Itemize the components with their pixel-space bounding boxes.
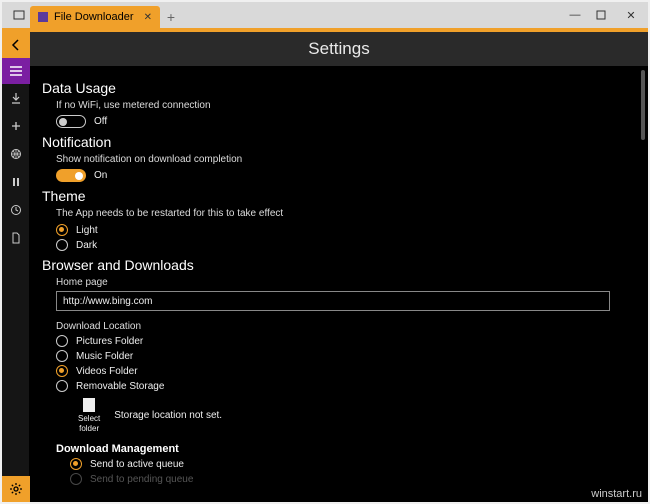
dm-option-pending[interactable]: Send to pending queue	[70, 473, 630, 485]
history-icon[interactable]	[2, 196, 30, 224]
radio-icon	[70, 458, 82, 470]
theme-desc: The App needs to be restarted for this t…	[56, 206, 630, 221]
section-data-usage: Data Usage	[42, 80, 630, 96]
notification-desc: Show notification on download completion	[56, 152, 630, 167]
dm-option-active[interactable]: Send to active queue	[70, 458, 630, 470]
radio-icon	[56, 350, 68, 362]
folder-icon	[83, 398, 95, 412]
metered-toggle[interactable]	[56, 115, 86, 128]
app-window-icon	[8, 2, 30, 28]
page-title: Settings	[30, 32, 648, 66]
dl-option-label: Music Folder	[76, 351, 133, 362]
window-maximize-button[interactable]	[596, 10, 610, 20]
theme-option-light[interactable]: Light	[56, 224, 630, 236]
file-icon[interactable]	[2, 224, 30, 252]
storage-status: Storage location not set.	[114, 410, 222, 421]
dl-option-music[interactable]: Music Folder	[56, 350, 630, 362]
radio-icon	[56, 380, 68, 392]
menu-button[interactable]	[2, 58, 30, 84]
section-notification: Notification	[42, 134, 630, 150]
dl-option-label: Videos Folder	[76, 366, 138, 377]
select-folder-label-1: Select	[78, 414, 100, 424]
theme-option-label: Light	[76, 225, 98, 236]
dl-option-pictures[interactable]: Pictures Folder	[56, 335, 630, 347]
metered-toggle-label: Off	[94, 116, 107, 127]
notification-toggle-label: On	[94, 170, 107, 181]
settings-icon[interactable]	[2, 476, 30, 502]
window-minimize-button[interactable]: —	[568, 9, 582, 21]
section-theme: Theme	[42, 188, 630, 204]
home-page-label: Home page	[56, 277, 630, 288]
globe-icon[interactable]	[2, 140, 30, 168]
watermark: winstart.ru	[591, 488, 642, 500]
select-folder-label-2: folder	[79, 424, 99, 434]
window-close-button[interactable]: ✕	[624, 9, 638, 22]
radio-icon	[56, 335, 68, 347]
tab-favicon	[38, 12, 48, 22]
dl-option-removable[interactable]: Removable Storage	[56, 380, 630, 392]
download-management-heading: Download Management	[56, 443, 630, 455]
back-button[interactable]	[2, 32, 30, 58]
radio-icon	[70, 473, 82, 485]
select-folder-button[interactable]: Select folder	[78, 398, 100, 433]
download-location-label: Download Location	[56, 321, 630, 332]
theme-option-label: Dark	[76, 240, 97, 251]
scrollbar[interactable]	[641, 70, 645, 140]
theme-option-dark[interactable]: Dark	[56, 239, 630, 251]
dm-option-label: Send to active queue	[90, 459, 184, 470]
notification-toggle[interactable]	[56, 169, 86, 182]
radio-icon	[56, 224, 68, 236]
tab-title: File Downloader	[54, 11, 133, 23]
tab-file-downloader[interactable]: File Downloader ✕	[30, 6, 160, 28]
home-page-input[interactable]	[56, 291, 610, 311]
dm-option-label: Send to pending queue	[90, 474, 193, 485]
add-icon[interactable]	[2, 112, 30, 140]
dl-option-videos[interactable]: Videos Folder	[56, 365, 630, 377]
radio-icon	[56, 239, 68, 251]
data-usage-desc: If no WiFi, use metered connection	[56, 98, 630, 113]
sidebar	[2, 32, 30, 502]
browser-tabbar: File Downloader ✕ + — ✕	[2, 2, 648, 28]
dl-option-label: Removable Storage	[76, 381, 164, 392]
tab-close-icon[interactable]: ✕	[144, 12, 152, 23]
section-browser: Browser and Downloads	[42, 257, 630, 273]
download-icon[interactable]	[2, 84, 30, 112]
pause-icon[interactable]	[2, 168, 30, 196]
new-tab-button[interactable]: +	[160, 6, 182, 28]
radio-icon	[56, 365, 68, 377]
dl-option-label: Pictures Folder	[76, 336, 143, 347]
